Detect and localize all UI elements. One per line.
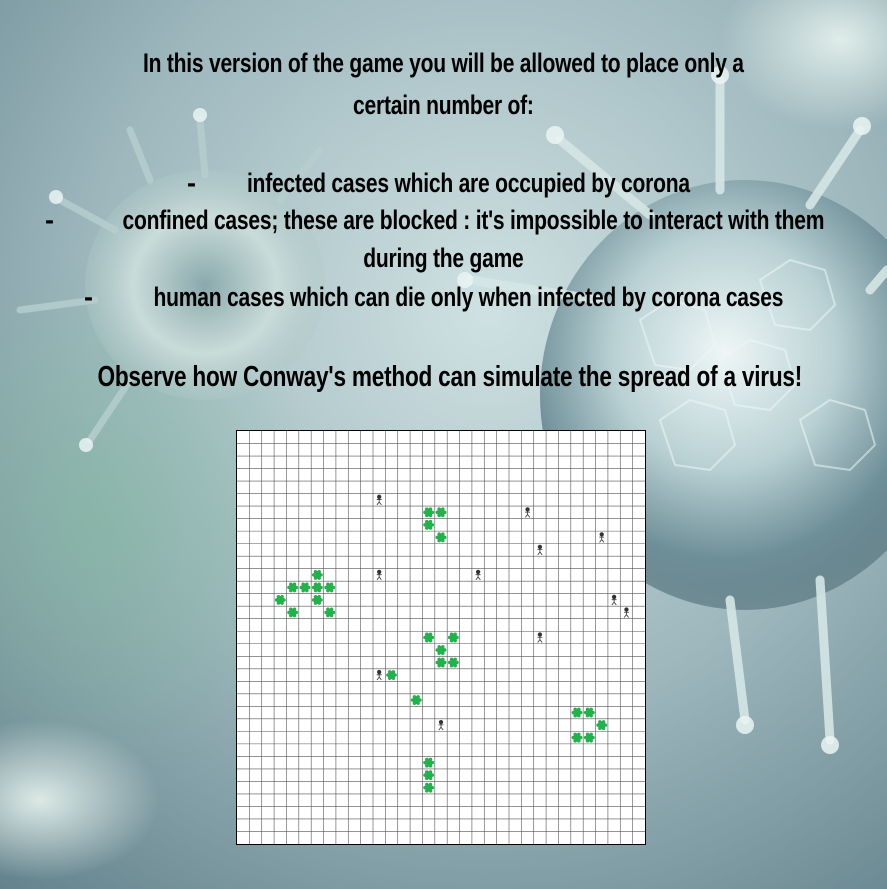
rule-bullet-human: - [84, 282, 93, 312]
tagline: Observe how Conway's method can simulate… [97, 361, 803, 393]
rule-human-cases: human cases which can die only when infe… [153, 282, 784, 312]
intro-line-1: In this version of the game you will be … [142, 48, 744, 78]
intro-line-2: certain number of: [353, 90, 534, 120]
rule-confined-continuation: during the game [363, 243, 524, 273]
rule-confined-cases: confined cases; these are blocked : it's… [122, 205, 825, 235]
game-grid[interactable] [237, 431, 645, 844]
rule-infected-cases: infected cases which are occupied by cor… [246, 168, 690, 198]
game-board[interactable] [236, 430, 646, 845]
rule-bullet-confined: - [45, 205, 54, 235]
